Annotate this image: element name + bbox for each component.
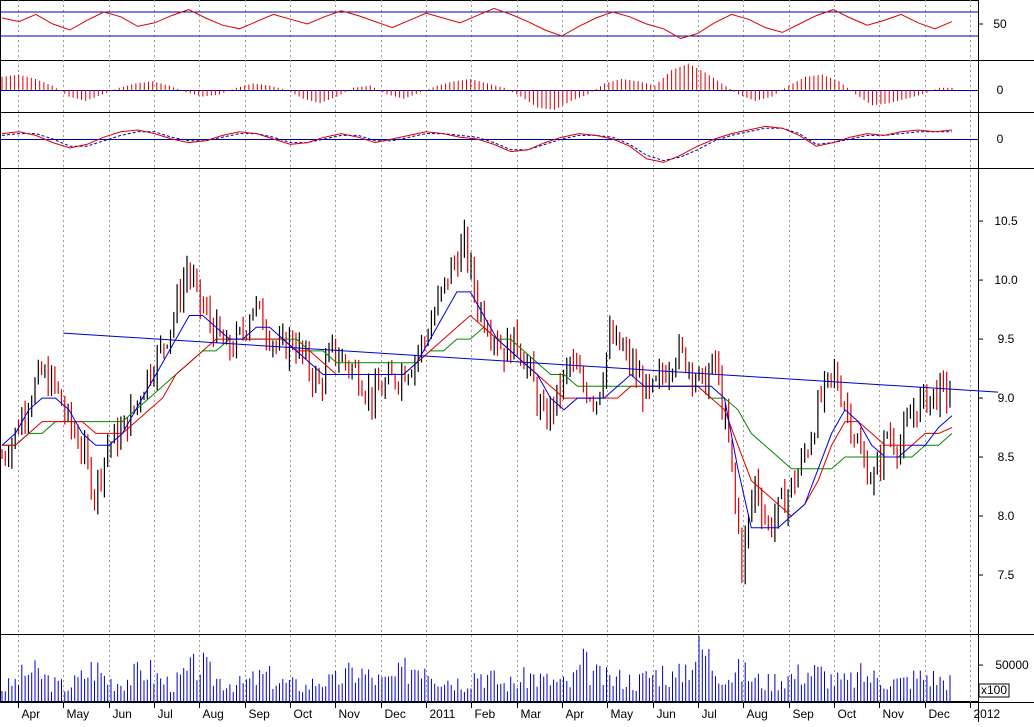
x-tick-label: May (611, 707, 634, 721)
stock-chart: Apr May Jun Jul Aug Sep Oct Nov Dec 2011 Feb Mar Apr… (0, 0, 1034, 722)
macd-signal-line (1, 127, 952, 162)
x-tick-label: Aug (747, 707, 768, 721)
macd-tick-label: 0 (997, 132, 1004, 146)
x-tick-label: Dec (929, 707, 950, 721)
price-tick-label: 10.0 (994, 273, 1018, 287)
price-tick-label: 7.5 (998, 568, 1015, 582)
x-tick-label: Feb (475, 707, 496, 721)
x-tick-label: Oct (294, 707, 313, 721)
macd-line (1, 125, 953, 163)
chart-canvas: Apr May Jun Jul Aug Sep Oct Nov Dec 2011 Feb Mar Apr… (0, 0, 1034, 722)
rsi-line (1, 7, 953, 39)
x-tick-label: Jun (113, 707, 132, 721)
x-tick-label: Sep (249, 707, 271, 721)
x-tick-label: 2012 (974, 707, 1001, 721)
histogram-tick-label: 0 (997, 83, 1004, 97)
rsi-tick-label: 50 (993, 17, 1007, 31)
x-tick-label: Apr (566, 707, 585, 721)
x-tick-label: Jul (158, 707, 173, 721)
chart-frame (0, 0, 979, 702)
price-tick-label: 8.0 (998, 509, 1015, 523)
x-tick-label: Sep (793, 707, 815, 721)
trendline (63, 332, 999, 393)
volume-multiplier-label: x100 (981, 683, 1007, 697)
volume-tick-label: 50000 (995, 658, 1029, 672)
x-tick-label: Nov (883, 707, 904, 721)
x-tick-label: Nov (339, 707, 360, 721)
price-tick-label: 9.0 (998, 391, 1015, 405)
moving-average-fast (1, 291, 953, 529)
x-tick-label: Oct (838, 707, 857, 721)
price-tick-label: 10.5 (994, 214, 1018, 228)
x-tick-label: Apr (22, 707, 41, 721)
x-tick-label: 2011 (430, 707, 456, 721)
x-tick-label: May (67, 707, 90, 721)
moving-average-mid (2, 314, 953, 517)
price-tick-label: 9.5 (998, 332, 1015, 346)
x-tick-label: Jun (657, 707, 676, 721)
x-tick-label: Dec (385, 707, 406, 721)
x-tick-label: Aug (203, 707, 224, 721)
x-tick-label: Mar (521, 707, 542, 721)
x-tick-label: Jul (702, 707, 717, 721)
price-tick-label: 8.5 (998, 450, 1015, 464)
